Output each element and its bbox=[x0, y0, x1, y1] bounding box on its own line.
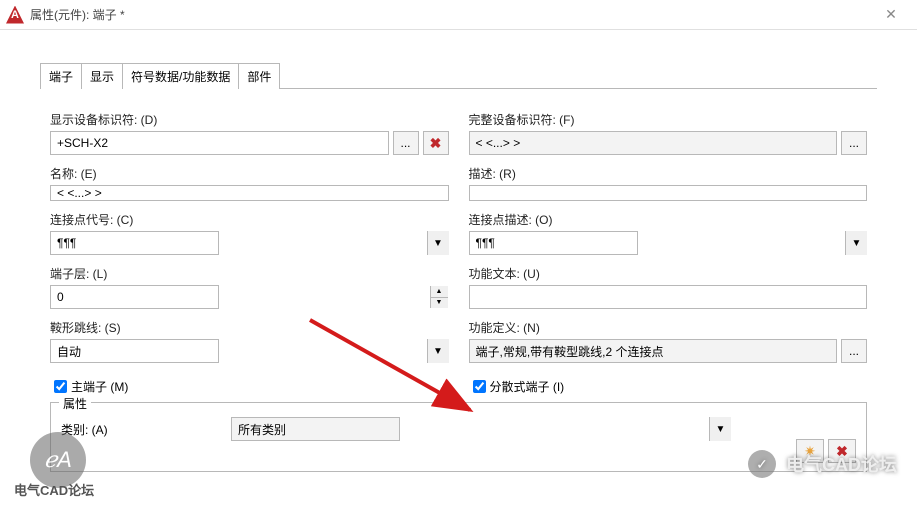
func-text-label: 功能文本: (U) bbox=[469, 265, 868, 282]
func-def-label: 功能定义: (N) bbox=[469, 319, 868, 336]
func-def-input bbox=[469, 339, 838, 363]
conn-code-select[interactable] bbox=[50, 231, 219, 255]
watermark-left-text: 电气CAD论坛 bbox=[14, 480, 94, 499]
func-def-browse-button[interactable]: ... bbox=[841, 339, 867, 363]
name-label: 名称: (E) bbox=[50, 165, 449, 182]
dist-terminal-label: 分散式端子 (I) bbox=[490, 378, 565, 395]
tab-strip: 端子 显示 符号数据/功能数据 部件 bbox=[0, 58, 917, 88]
tab-terminal[interactable]: 端子 bbox=[40, 63, 82, 89]
category-label: 类别: (A) bbox=[61, 421, 211, 438]
desc-input[interactable] bbox=[469, 185, 868, 201]
desc-label: 描述: (R) bbox=[469, 165, 868, 182]
jumper-label: 鞍形跳线: (S) bbox=[50, 319, 449, 336]
chevron-down-icon: ▼ bbox=[709, 417, 731, 441]
window-title: 属性(元件): 端子 * bbox=[30, 6, 871, 23]
full-id-browse-button[interactable]: ... bbox=[841, 131, 867, 155]
watermark-right: ✓ 电气CAD论坛 bbox=[748, 450, 897, 478]
layer-spinner[interactable]: ▲ ▼ bbox=[430, 286, 448, 308]
disp-id-input[interactable] bbox=[50, 131, 389, 155]
spin-down-icon[interactable]: ▼ bbox=[431, 298, 448, 309]
conn-code-label: 连接点代号: (C) bbox=[50, 211, 449, 228]
close-button[interactable]: ✕ bbox=[871, 1, 911, 29]
spin-up-icon[interactable]: ▲ bbox=[431, 286, 448, 298]
tab-display[interactable]: 显示 bbox=[82, 63, 123, 89]
disp-id-clear-button[interactable]: ✖ bbox=[423, 131, 449, 155]
watermark-right-text: 电气CAD论坛 bbox=[786, 451, 897, 477]
dist-terminal-checkbox[interactable] bbox=[473, 380, 486, 393]
jumper-select[interactable] bbox=[50, 339, 219, 363]
title-bar: A 属性(元件): 端子 * ✕ bbox=[0, 0, 917, 30]
category-select[interactable] bbox=[231, 417, 400, 441]
form-area: 显示设备标识符: (D) ... ✖ 完整设备标识符: (F) ... 名称: … bbox=[0, 89, 917, 396]
main-terminal-checkbox[interactable] bbox=[54, 380, 67, 393]
full-id-input bbox=[469, 131, 838, 155]
conn-desc-label: 连接点描述: (O) bbox=[469, 211, 868, 228]
name-input[interactable] bbox=[50, 185, 449, 201]
func-text-input[interactable] bbox=[469, 285, 868, 309]
chevron-down-icon: ▼ bbox=[427, 231, 449, 255]
disp-id-browse-button[interactable]: ... bbox=[393, 131, 419, 155]
main-terminal-label: 主端子 (M) bbox=[71, 378, 128, 395]
layer-label: 端子层: (L) bbox=[50, 265, 449, 282]
tab-symbol-data[interactable]: 符号数据/功能数据 bbox=[123, 63, 239, 89]
chevron-down-icon: ▼ bbox=[427, 339, 449, 363]
conn-desc-select[interactable] bbox=[469, 231, 638, 255]
wechat-icon: ✓ bbox=[748, 450, 776, 478]
group-title: 属性 bbox=[59, 395, 91, 412]
properties-group: 属性 类别: (A) ▼ ✷ ✖ bbox=[50, 402, 867, 472]
chevron-down-icon: ▼ bbox=[845, 231, 867, 255]
layer-input[interactable] bbox=[50, 285, 219, 309]
disp-id-label: 显示设备标识符: (D) bbox=[50, 111, 449, 128]
app-icon: A bbox=[6, 6, 24, 24]
tab-parts[interactable]: 部件 bbox=[239, 63, 280, 89]
full-id-label: 完整设备标识符: (F) bbox=[469, 111, 868, 128]
